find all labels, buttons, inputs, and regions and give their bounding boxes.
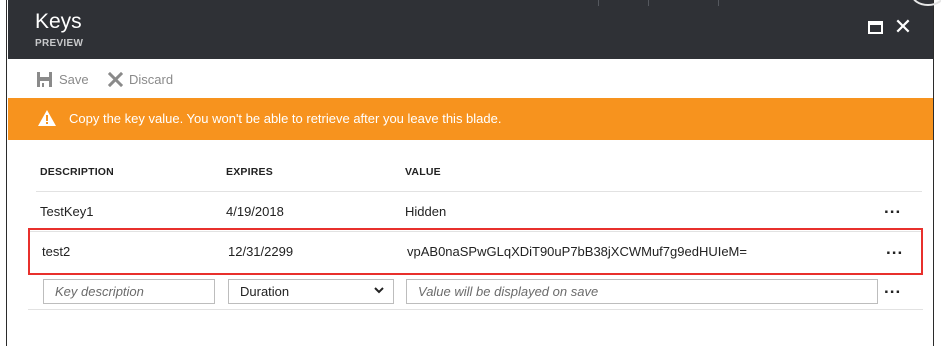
app-frame: Keys PREVIEW ✕ Save Discard Copy the key… — [0, 0, 941, 346]
column-header-description: DESCRIPTION — [40, 166, 114, 178]
left-edge — [0, 0, 7, 346]
column-header-value: VALUE — [405, 166, 441, 178]
key-description: TestKey1 — [40, 204, 94, 219]
warning-message: Copy the key value. You won't be able to… — [69, 111, 502, 126]
value-field: Value will be displayed on save — [406, 279, 878, 304]
warning-icon — [38, 110, 56, 126]
table-row[interactable]: TestKey1 4/19/2018 Hidden ... — [28, 192, 923, 232]
blade-header: Keys PREVIEW ✕ — [8, 0, 941, 59]
more-options-icon[interactable]: ... — [884, 278, 901, 298]
key-description: test2 — [42, 244, 71, 259]
key-description-input[interactable]: Key description — [43, 279, 215, 304]
chevron-down-icon — [374, 287, 384, 294]
command-bar: Save Discard — [8, 59, 933, 98]
blade-title: Keys — [35, 10, 82, 33]
new-key-row: Key description Duration Value will be d… — [28, 276, 923, 310]
more-options-icon[interactable]: ... — [886, 239, 903, 259]
save-label: Save — [59, 71, 89, 87]
right-edge — [933, 0, 941, 346]
close-icon[interactable]: ✕ — [893, 16, 913, 38]
maximize-icon[interactable] — [866, 17, 886, 37]
column-header-expires: EXPIRES — [226, 166, 273, 178]
more-options-icon[interactable]: ... — [884, 198, 901, 218]
duration-value: Duration — [240, 284, 290, 299]
key-expires: 12/31/2299 — [228, 244, 294, 259]
key-value: Hidden — [405, 204, 447, 219]
key-value[interactable]: vpAB0naSPwGLqXDiT90uP7bB38jXCWMuf7g9edHU… — [407, 244, 747, 259]
floppy-disk-icon — [37, 71, 52, 87]
key-expires: 4/19/2018 — [226, 204, 284, 219]
duration-select[interactable]: Duration — [228, 279, 394, 304]
discard-label: Discard — [129, 71, 174, 87]
keys-blade: Keys PREVIEW ✕ Save Discard Copy the key… — [8, 0, 941, 346]
blade-subtitle: PREVIEW — [35, 38, 84, 49]
header-tab-strip — [568, 0, 933, 6]
x-icon — [108, 71, 123, 87]
save-button[interactable]: Save — [36, 69, 89, 89]
discard-button[interactable]: Discard — [108, 69, 173, 89]
warning-banner: Copy the key value. You won't be able to… — [8, 98, 933, 140]
table-row-highlighted[interactable]: test2 12/31/2299 vpAB0naSPwGLqXDiT90uP7b… — [28, 228, 923, 275]
